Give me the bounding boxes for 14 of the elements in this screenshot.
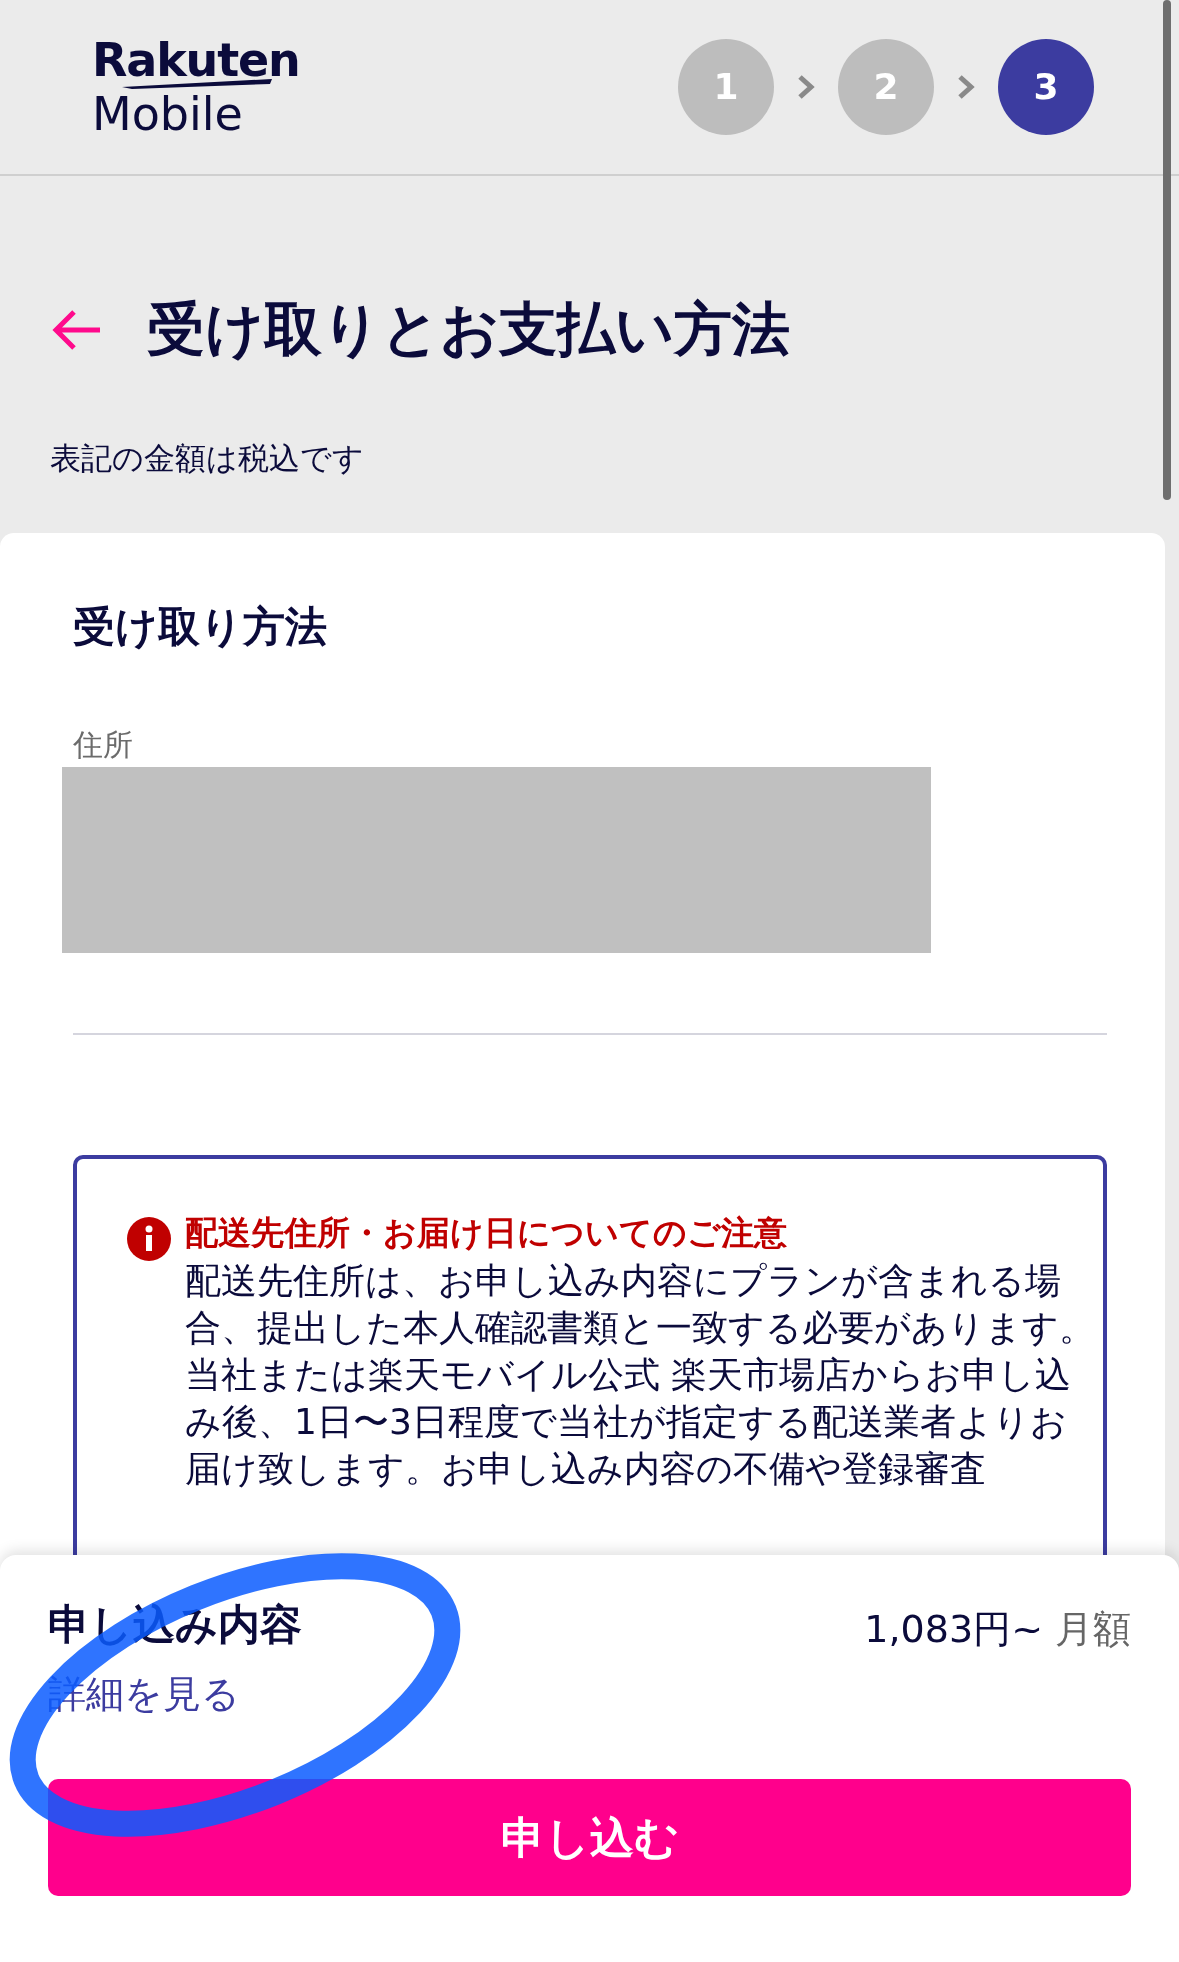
field-label: 住所 <box>73 725 134 763</box>
notice-text: 配送先住所は、お申し込み内容にプランが含まれる場合、提出した本人確認書類と一致する必要があります。 <box>185 1259 1096 1350</box>
notice-text: 当社または楽天モバイル公式 楽天市場店からお申し込み後、1日〜3日程度で当社が指定する配送業者よりお届け致します。お申し込み内容の不備や登録審査 <box>185 1353 1073 1491</box>
price: 1,083円~ <box>864 1606 1043 1653</box>
step-indicator: 2 <box>838 39 934 135</box>
page-title: 受け取りとお支払い方法 <box>147 294 790 365</box>
tax-note: 表記の金額は税込です <box>50 439 365 478</box>
step-indicator: 1 <box>678 39 774 135</box>
step-indicator: 3 <box>998 39 1094 135</box>
submit-button[interactable]: 申し込む <box>48 1779 1131 1896</box>
logo: Rakuten Mobile <box>92 37 300 137</box>
notice-title: 配送先住所・お届け日についてのご注意 <box>185 1212 788 1254</box>
price-unit: 月額 <box>1055 1606 1131 1653</box>
section-heading: 受け取り方法 <box>73 601 328 653</box>
